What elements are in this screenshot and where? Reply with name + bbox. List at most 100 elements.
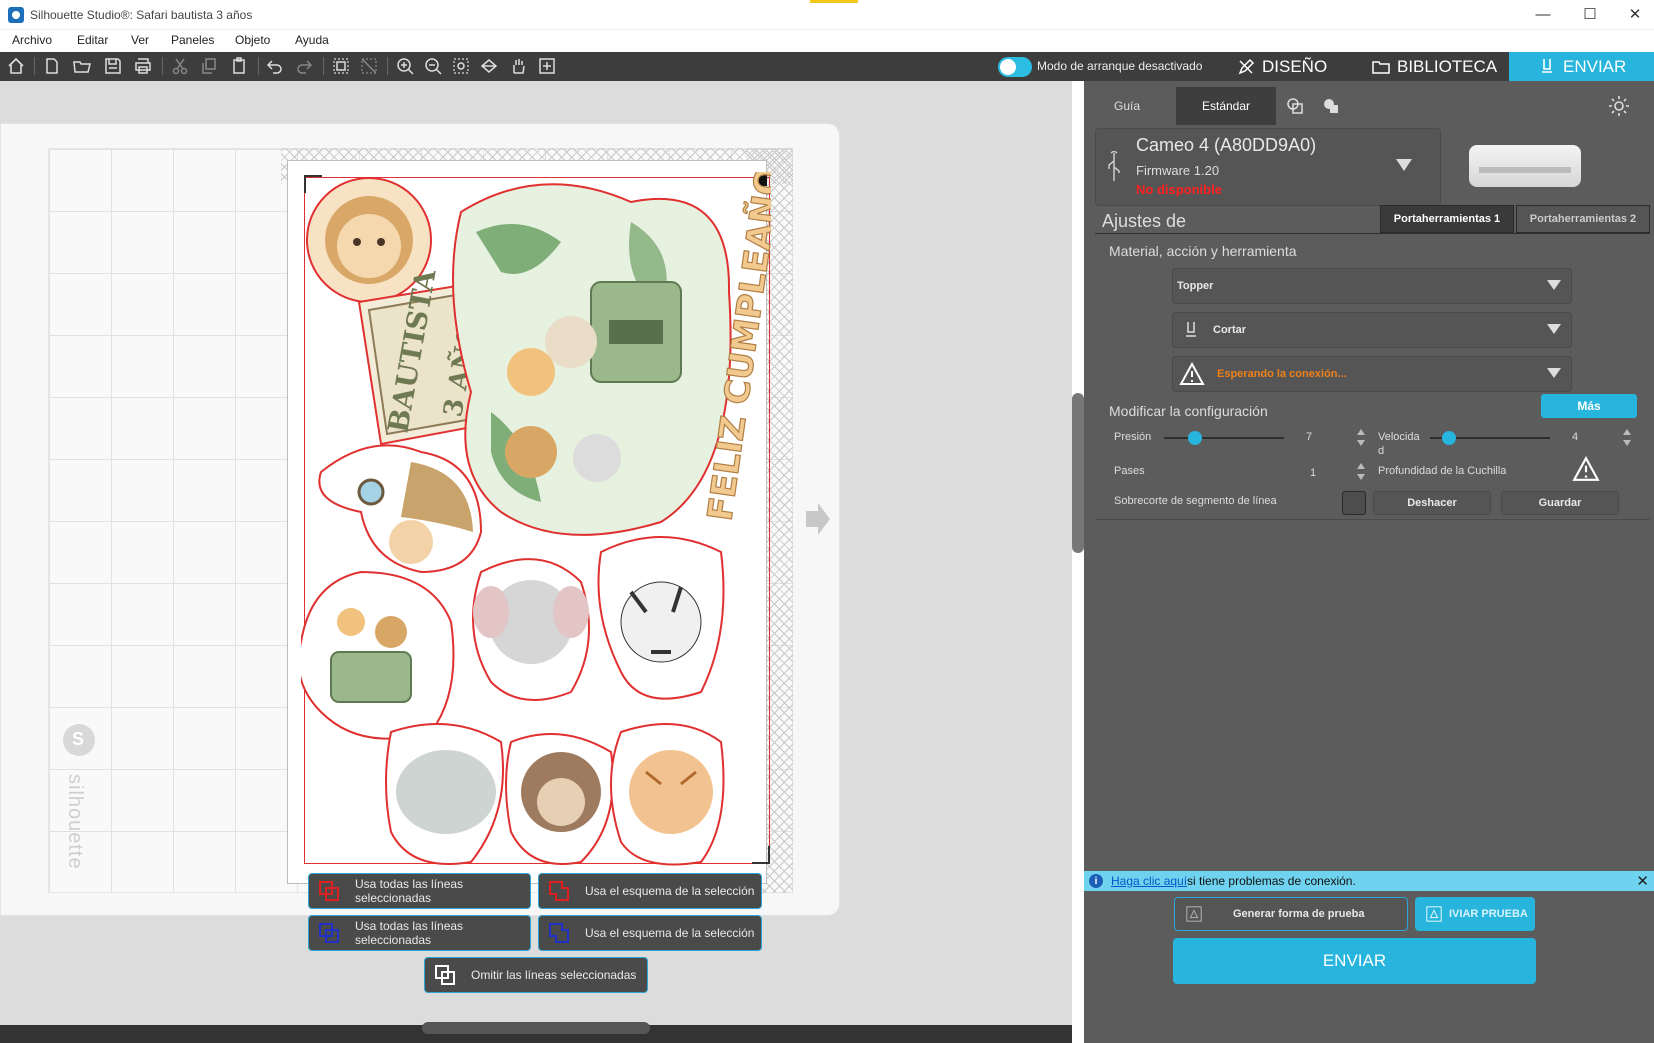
passes-stepper[interactable]	[1356, 463, 1366, 481]
use-outline-blue-button[interactable]: Usa el esquema de la selección	[538, 915, 762, 951]
paste-clipboard-icon[interactable]	[227, 55, 251, 77]
tab-tool-holder-2[interactable]: Portaherramientas 2	[1516, 205, 1650, 233]
chevron-down-icon	[1396, 159, 1412, 171]
passes-label: Pases	[1114, 465, 1145, 477]
more-button[interactable]: Más	[1541, 394, 1637, 418]
vertical-scrollbar[interactable]	[1072, 393, 1084, 553]
close-icon[interactable]: ✕	[1636, 872, 1649, 890]
speed-stepper[interactable]	[1622, 429, 1632, 447]
menu-paneles[interactable]: Paneles	[171, 33, 214, 47]
send-test-button[interactable]: IVIAR PRUEBA	[1415, 897, 1535, 931]
speed-slider-thumb[interactable]	[1442, 431, 1456, 445]
menu-editar[interactable]: Editar	[77, 33, 108, 47]
copy-icon[interactable]	[197, 55, 221, 77]
use-all-lines-red-label: Usa todas las líneas seleccionadas	[355, 877, 464, 905]
fit-to-page-icon[interactable]	[535, 55, 559, 77]
group-icon[interactable]	[329, 55, 353, 77]
zoom-out-icon[interactable]	[421, 55, 445, 77]
device-status: No disponible	[1136, 182, 1222, 197]
menu-ayuda[interactable]: Ayuda	[295, 33, 329, 47]
tab-send-label: ENVIAR	[1563, 56, 1627, 76]
use-all-lines-red-button[interactable]: Usa todas las líneas seleccionadas	[308, 873, 531, 909]
save-icon[interactable]	[101, 55, 125, 77]
ungroup-icon[interactable]	[357, 55, 381, 77]
tab-guide[interactable]: Guía	[1094, 87, 1160, 125]
menu-bar: Archivo Editar Ver Paneles Objeto Ayuda	[0, 30, 1654, 52]
silhouette-app-icon	[8, 7, 24, 23]
pressure-stepper[interactable]	[1356, 429, 1366, 447]
blue-lines-icon	[319, 923, 339, 943]
horizontal-scrollbar[interactable]	[422, 1022, 650, 1034]
chevron-down-icon	[1547, 368, 1561, 378]
material-dropdown[interactable]: Topper	[1172, 268, 1572, 304]
print-icon[interactable]	[131, 55, 155, 77]
help-link[interactable]: Haga clic aquí	[1111, 874, 1187, 888]
send-blade-icon	[1542, 58, 1552, 73]
zoom-selected-icon[interactable]	[449, 55, 473, 77]
tab-multiple-tools[interactable]	[1316, 87, 1346, 125]
menu-ver[interactable]: Ver	[131, 33, 149, 47]
tab-library[interactable]: BIBLIOTECA	[1371, 52, 1497, 81]
pan-hand-icon[interactable]	[506, 55, 530, 77]
omit-selected-lines-button[interactable]: Omitir las líneas seleccionadas	[424, 957, 648, 993]
passes-value[interactable]: 1	[1310, 467, 1316, 479]
generate-test-shape-button[interactable]: Generar forma de prueba	[1174, 897, 1408, 931]
open-folder-icon[interactable]	[70, 55, 94, 77]
startup-mode-toggle[interactable]	[998, 57, 1032, 77]
blade-depth-label: Profundidad de la Cuchilla	[1378, 465, 1507, 477]
hippo-sticker[interactable]	[385, 723, 504, 865]
settings-button[interactable]	[1604, 87, 1634, 125]
menu-archivo[interactable]: Archivo	[12, 33, 52, 47]
tab-guide-label: Guía	[1113, 99, 1140, 113]
undo-icon[interactable]	[263, 55, 287, 77]
tool-dropdown[interactable]: Esperando la conexión...	[1172, 356, 1572, 392]
explorer-hat-sticker[interactable]	[318, 444, 483, 574]
jungle-jeep-cluster[interactable]	[452, 183, 732, 536]
omit-selected-lines-label: Omitir las líneas seleccionadas	[471, 968, 637, 982]
cut-scissors-icon[interactable]	[168, 55, 192, 77]
tool-status: Esperando la conexión...	[1217, 368, 1347, 380]
tab-advanced[interactable]	[1280, 87, 1310, 125]
home-icon[interactable]	[4, 55, 28, 77]
silhouette-watermark: silhouette	[64, 774, 86, 870]
save-settings-button[interactable]: Guardar	[1501, 491, 1619, 515]
next-page-arrow-icon[interactable]	[802, 499, 832, 539]
chevron-down-icon	[1547, 280, 1561, 290]
speed-value[interactable]: 4	[1572, 431, 1578, 443]
new-document-icon[interactable]	[40, 55, 64, 77]
design-canvas[interactable]: BAUTISTA 3 AÑOS FELIZ CUMPLEAÑOS	[0, 81, 1072, 1025]
pressure-value[interactable]: 7	[1306, 431, 1312, 443]
tab-design[interactable]: DISEÑO	[1236, 52, 1327, 81]
maximize-button[interactable]: ☐	[1567, 0, 1613, 30]
device-selector[interactable]: Cameo 4 (A80DD9A0) Firmware 1.20 No disp…	[1095, 128, 1441, 206]
use-all-lines-blue-button[interactable]: Usa todas las líneas seleccionadas	[308, 915, 531, 951]
close-window-button[interactable]: ✕	[1612, 0, 1654, 30]
zebra-sticker[interactable]	[597, 536, 725, 700]
connection-help-bar: i Haga clic aquí si tiene problemas de c…	[1084, 871, 1654, 891]
redo-icon[interactable]	[292, 55, 316, 77]
tab-tool-holder-1[interactable]: Portaherramientas 1	[1380, 205, 1514, 233]
elephant-sticker[interactable]	[472, 558, 590, 701]
pressure-slider-thumb[interactable]	[1188, 431, 1202, 445]
monkey-sticker[interactable]	[505, 733, 614, 865]
omit-lines-icon	[435, 965, 455, 985]
drag-view-icon[interactable]	[477, 55, 501, 77]
action-dropdown[interactable]: Cortar	[1172, 312, 1572, 348]
toolbar-separator	[258, 57, 259, 75]
mini-jeep-sticker[interactable]	[301, 570, 455, 740]
send-button[interactable]: ENVIAR	[1173, 938, 1536, 984]
speed-label-wrap: d	[1378, 445, 1385, 457]
undo-button[interactable]: Deshacer	[1373, 491, 1491, 515]
tab-send[interactable]: ENVIAR	[1509, 52, 1654, 81]
device-name: Cameo 4 (A80DD9A0)	[1136, 135, 1317, 155]
pressure-slider[interactable]	[1164, 437, 1284, 439]
tab-standard[interactable]: Estándar	[1176, 87, 1276, 125]
minimize-button[interactable]: —	[1520, 0, 1566, 30]
menu-objeto[interactable]: Objeto	[235, 33, 270, 47]
use-outline-red-button[interactable]: Usa el esquema de la selección	[538, 873, 762, 909]
zoom-in-icon[interactable]	[393, 55, 417, 77]
tiger-sticker[interactable]	[610, 723, 725, 866]
safari-topper-artwork[interactable]: BAUTISTA 3 AÑOS FELIZ CUMPLEAÑOS	[301, 172, 771, 866]
toolbar-separator	[323, 57, 324, 75]
overcut-checkbox[interactable]	[1342, 491, 1366, 515]
